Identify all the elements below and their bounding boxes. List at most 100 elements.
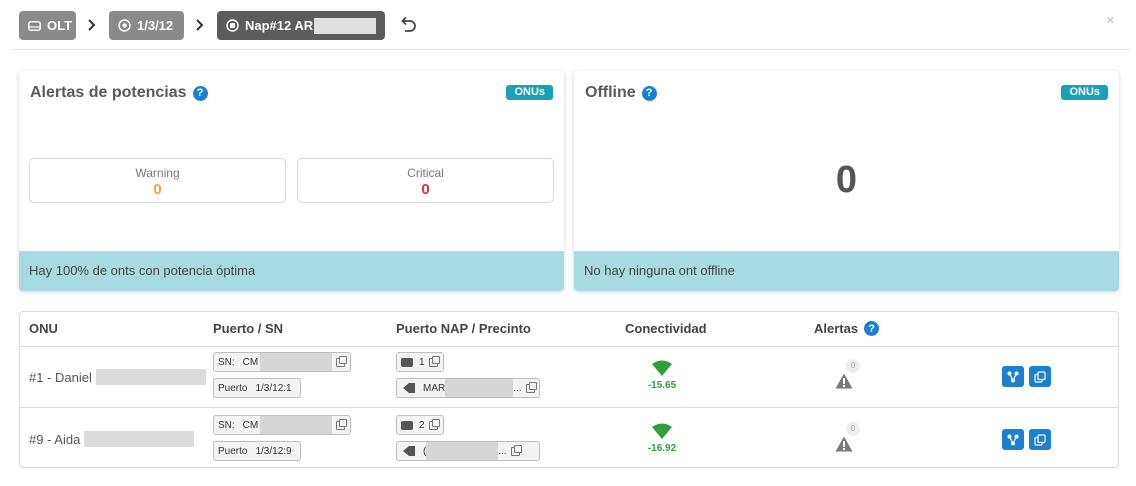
offline-status-footer: No hay ninguna ont offline (574, 251, 1119, 291)
breadcrumb-olt-label: OLT (47, 18, 73, 33)
nap-port-pill: 2 (396, 415, 444, 435)
seal-value: MAR (423, 382, 446, 394)
copy-icon[interactable] (510, 444, 522, 456)
warning-label: Warning (135, 166, 180, 180)
copy-icon[interactable] (525, 381, 537, 393)
topology-button[interactable] (1002, 366, 1024, 387)
redacted-block (260, 353, 333, 371)
warning-icon[interactable] (835, 373, 853, 389)
seal-ellipsis: ... (498, 445, 507, 457)
nap-port-pill: 1 (396, 352, 444, 372)
alert-count-badge: 0 (846, 359, 860, 373)
offline-card: Offline ? ONUs 0 No hay ninguna ont offl… (574, 71, 1119, 291)
offline-count: 0 (835, 159, 858, 201)
col-header-connectivity: Conectividad (625, 321, 707, 336)
card-title: Alertas de potencias ? (30, 84, 208, 102)
warning-icon[interactable] (835, 436, 853, 452)
sn-label: SN: (218, 419, 235, 431)
topology-icon (1007, 434, 1019, 445)
copy-icon[interactable] (428, 355, 440, 367)
help-icon[interactable]: ? (641, 85, 657, 101)
close-icon[interactable]: × (1106, 13, 1115, 29)
nap-port-value: 2 (419, 419, 425, 431)
redacted-block (95, 369, 206, 385)
sn-pill: SN: CM (213, 352, 351, 372)
redacted-block (314, 17, 376, 34)
table-row: #1 - Daniel SN: CM Puerto 1/3/12:1 1 MAR… (20, 346, 1118, 407)
onu-name-text: #1 - Daniel (29, 369, 92, 385)
help-icon[interactable]: ? (192, 85, 208, 101)
nap-port-value: 1 (419, 356, 425, 368)
redacted-block (445, 379, 514, 397)
col-header-alerts: Alertas ? (814, 321, 880, 336)
undo-icon[interactable] (398, 15, 418, 35)
power-status-footer: Hay 100% de onts con potencia óptima (19, 251, 564, 291)
server-icon (28, 20, 41, 31)
port-pill: Puerto 1/3/12:9 (213, 441, 301, 461)
col-header-nap: Puerto NAP / Precinto (396, 321, 531, 336)
onu-name[interactable]: #9 - Aida (29, 431, 195, 447)
chevron-right-icon (88, 19, 96, 31)
breadcrumb-nap[interactable]: Nap#12 AR (217, 11, 385, 40)
port-pill: Puerto 1/3/12:1 (213, 378, 301, 398)
onu-name[interactable]: #1 - Daniel (29, 369, 206, 385)
tag-icon (403, 383, 415, 393)
sn-value: CM (242, 419, 259, 431)
divider (12, 49, 1130, 50)
onu-table: ONU Puerto / SN Puerto NAP / Precinto Co… (19, 311, 1119, 468)
copy-icon[interactable] (428, 418, 440, 430)
redacted-block (260, 416, 333, 434)
copy-icon[interactable] (336, 418, 348, 430)
critical-label: Critical (407, 166, 444, 180)
critical-stat[interactable]: Critical 0 (297, 158, 554, 203)
topology-button[interactable] (1002, 429, 1024, 450)
redacted-block (426, 442, 499, 460)
port-label: Puerto (218, 445, 248, 457)
onu-name-text: #9 - Aida (29, 431, 81, 447)
port-value: 1/3/12:9 (255, 445, 292, 457)
target-icon (118, 19, 131, 32)
topology-icon (1007, 371, 1019, 382)
copy-button[interactable] (1029, 366, 1051, 387)
warning-stat[interactable]: Warning 0 (29, 158, 286, 203)
help-icon[interactable]: ? (864, 321, 880, 336)
seal-ellipsis: ... (513, 382, 522, 394)
nap-box-icon (226, 19, 239, 32)
port-label: Puerto (218, 382, 248, 394)
copy-icon (1034, 433, 1046, 446)
breadcrumb-nap-label: Nap#12 AR (245, 18, 314, 33)
col-header-alerts-label: Alertas (814, 321, 859, 336)
breadcrumb-olt[interactable]: OLT (19, 11, 76, 40)
wifi-signal-icon (652, 360, 672, 376)
breadcrumb-port-label: 1/3/12 (137, 18, 174, 33)
nap-box-icon (401, 357, 413, 367)
power-alerts-title: Alertas de potencias (30, 84, 187, 101)
breadcrumb-port[interactable]: 1/3/12 (109, 11, 184, 40)
copy-button[interactable] (1029, 429, 1051, 450)
chevron-right-icon (196, 19, 204, 31)
seal-pill: MAR ... (396, 378, 540, 398)
col-header-port-sn: Puerto / SN (213, 321, 284, 336)
sn-label: SN: (218, 356, 235, 368)
alert-count-badge: 0 (846, 422, 860, 436)
sn-pill: SN: CM (213, 415, 351, 435)
wifi-signal-icon (652, 423, 672, 439)
signal-value: -15.65 (647, 380, 677, 391)
onus-badge[interactable]: ONUs (506, 85, 553, 100)
col-header-onu: ONU (29, 321, 58, 336)
signal-value: -16.92 (647, 443, 677, 454)
power-alerts-card: Alertas de potencias ? ONUs Warning 0 Cr… (19, 71, 564, 291)
copy-icon (1034, 370, 1046, 383)
table-row: #9 - Aida SN: CM Puerto 1/3/12:9 2 ( ... (20, 408, 1118, 469)
nap-box-icon (401, 420, 413, 430)
critical-count: 0 (421, 181, 430, 198)
sn-value: CM (242, 356, 259, 368)
breadcrumb: OLT 1/3/12 Nap#12 AR × (0, 0, 1136, 50)
onus-badge[interactable]: ONUs (1061, 85, 1108, 100)
warning-count: 0 (153, 181, 162, 198)
copy-icon[interactable] (336, 355, 348, 367)
seal-pill: ( ... (396, 441, 540, 461)
offline-title: Offline (585, 84, 636, 101)
port-value: 1/3/12:1 (255, 382, 292, 394)
card-title: Offline ? (585, 84, 657, 102)
